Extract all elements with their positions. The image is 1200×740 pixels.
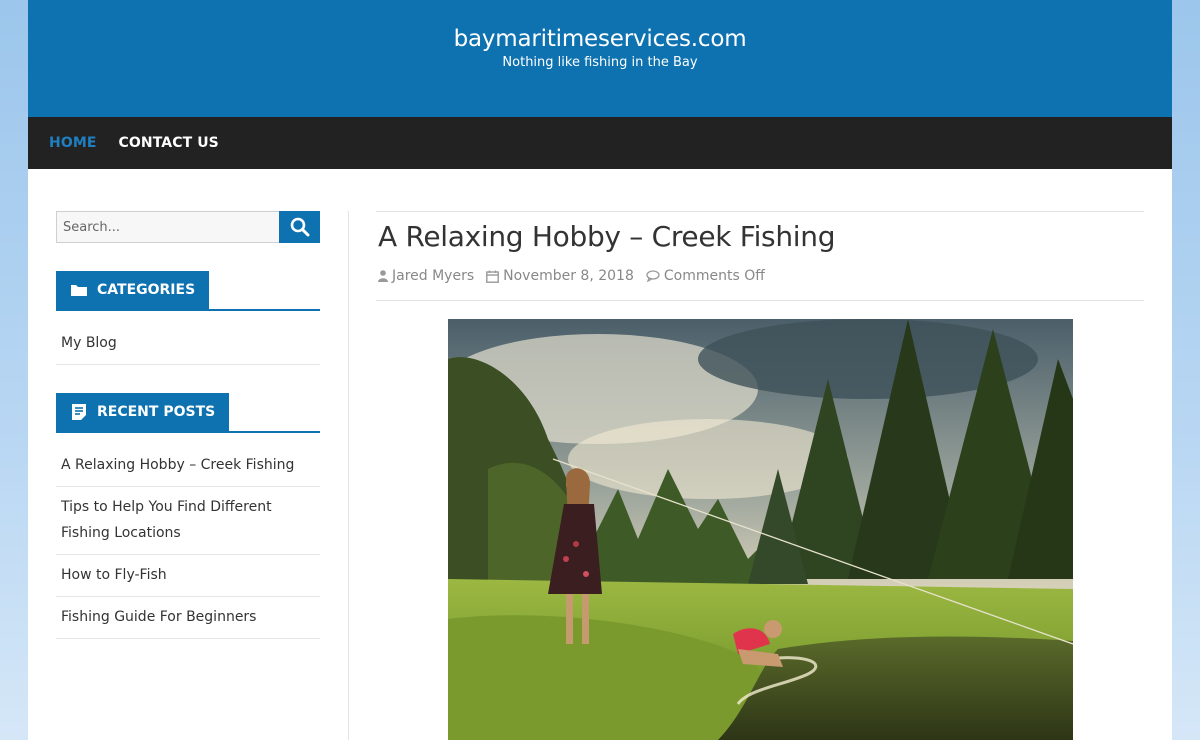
main-nav: HOME CONTACT US — [28, 117, 1172, 169]
recent-posts-header: RECENT POSTS — [56, 393, 320, 433]
categories-header: CATEGORIES — [56, 271, 320, 311]
search-icon — [290, 217, 310, 237]
column-divider — [348, 211, 349, 740]
post-comments: Comments Off — [646, 268, 765, 284]
list-item: A Relaxing Hobby – Creek Fishing — [56, 445, 320, 487]
categories-title-tab: CATEGORIES — [56, 271, 210, 309]
search-input[interactable] — [56, 211, 280, 243]
recent-post-link[interactable]: A Relaxing Hobby – Creek Fishing — [61, 457, 294, 473]
recent-posts-list: A Relaxing Hobby – Creek Fishing Tips to… — [56, 445, 320, 639]
post-meta: Jared Myers November 8, 2018 Comments Of… — [378, 268, 1144, 284]
categories-title: CATEGORIES — [97, 282, 196, 298]
recent-post-link[interactable]: Tips to Help You Find Different Fishing … — [61, 499, 272, 541]
recent-posts-title: RECENT POSTS — [97, 404, 216, 420]
list-item: How to Fly-Fish — [56, 555, 320, 597]
post-author[interactable]: Jared Myers — [378, 268, 474, 284]
divider — [376, 211, 1144, 212]
category-link[interactable]: My Blog — [61, 335, 117, 351]
sidebar: CATEGORIES My Blog — [56, 211, 320, 639]
categories-widget: CATEGORIES My Blog — [56, 271, 320, 365]
recent-post-link[interactable]: How to Fly-Fish — [61, 567, 167, 583]
folder-icon — [70, 283, 88, 297]
comment-icon — [646, 270, 660, 282]
calendar-icon — [486, 270, 500, 283]
list-item: Fishing Guide For Beginners — [56, 597, 320, 639]
list-item: My Blog — [56, 323, 320, 365]
featured-image — [448, 319, 1073, 740]
post-content: A Relaxing Hobby – Creek Fishing Jared M… — [376, 211, 1144, 740]
site-description: Nothing like fishing in the Bay — [502, 55, 698, 70]
recent-posts-widget: RECENT POSTS A Relaxing Hobby – Creek Fi… — [56, 393, 320, 639]
post-date[interactable]: November 8, 2018 — [486, 268, 634, 284]
site-header: baymaritimeservices.com Nothing like fis… — [28, 0, 1172, 117]
list-item: Tips to Help You Find Different Fishing … — [56, 487, 320, 555]
post-title[interactable]: A Relaxing Hobby – Creek Fishing — [378, 219, 1144, 255]
nav-contact-us[interactable]: CONTACT US — [119, 135, 219, 151]
comments-text: Comments Off — [663, 268, 765, 284]
recent-posts-title-tab: RECENT POSTS — [56, 393, 230, 431]
document-icon — [70, 403, 88, 421]
user-icon — [378, 270, 388, 282]
search-form — [56, 211, 320, 243]
nav-home[interactable]: HOME — [49, 135, 97, 151]
site-title[interactable]: baymaritimeservices.com — [28, 0, 1172, 53]
date-text: November 8, 2018 — [503, 268, 634, 284]
recent-post-link[interactable]: Fishing Guide For Beginners — [61, 609, 256, 625]
page: baymaritimeservices.com Nothing like fis… — [28, 0, 1172, 740]
search-button[interactable] — [279, 211, 320, 243]
author-name: Jared Myers — [392, 268, 475, 284]
categories-list: My Blog — [56, 323, 320, 365]
divider — [376, 300, 1144, 301]
